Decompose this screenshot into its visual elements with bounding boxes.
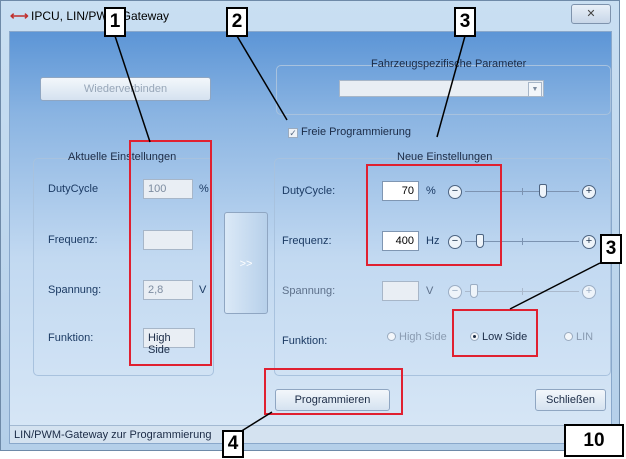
callout-2: 2 bbox=[226, 7, 248, 37]
callout-4: 4 bbox=[222, 430, 244, 458]
callout-1: 1 bbox=[104, 7, 126, 37]
callout-3-top: 3 bbox=[454, 7, 476, 37]
page-number: 10 bbox=[564, 424, 624, 457]
callout-leader-lines bbox=[114, 35, 601, 433]
callout-3-side: 3 bbox=[600, 234, 622, 264]
